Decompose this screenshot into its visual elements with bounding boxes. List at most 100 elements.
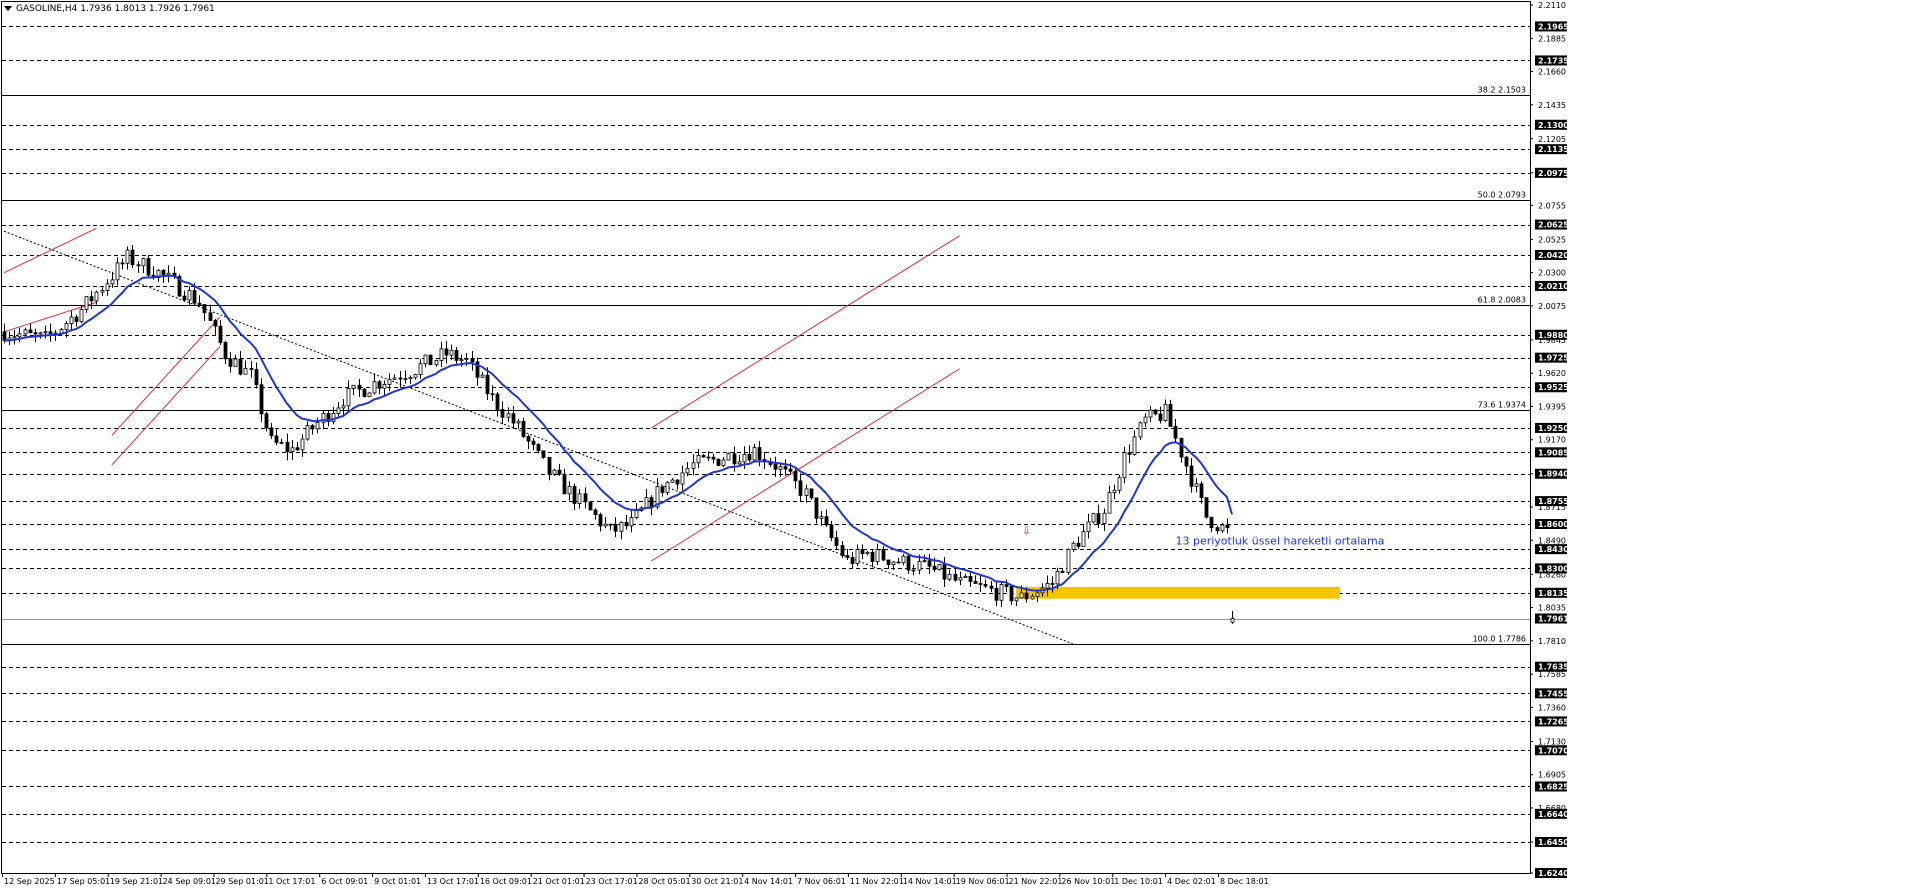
candle-body	[1163, 403, 1168, 421]
candle-body	[947, 573, 952, 580]
candle-body	[290, 447, 295, 452]
candle-body	[120, 262, 125, 265]
fib-level-label: 50.0 2.0793	[1478, 191, 1526, 200]
price-level-text: 1.8300	[1538, 564, 1569, 573]
fib-level-label: 100.0 1.7786	[1473, 635, 1526, 644]
candle-body	[295, 447, 300, 451]
fib-level-label: 38.2 2.1503	[1478, 86, 1526, 95]
candle-body	[901, 555, 906, 564]
candle-body	[1117, 477, 1122, 491]
candle-body	[2, 331, 7, 342]
candle-body	[249, 367, 254, 370]
y-tick-label: 2.0075	[1538, 302, 1566, 311]
x-tick-label: 23 Oct 17:01	[586, 877, 638, 886]
candle-body	[968, 576, 973, 582]
channel-line[interactable]	[111, 316, 221, 436]
support-zone-rect[interactable]	[1016, 586, 1340, 599]
candle-body	[372, 381, 377, 394]
price-level-text: 2.0420	[1538, 251, 1569, 260]
candle-body	[285, 441, 290, 452]
candle-body	[670, 479, 675, 483]
candle-body	[38, 332, 43, 335]
price-axis: 2.2110 2.1885 2.1660 2.1435 2.1205 2.0975 2.07…	[1530, 1, 1569, 878]
price-level-text: 1.8600	[1538, 520, 1569, 529]
candle-body	[115, 262, 120, 281]
y-tick-label: 1.6905	[1538, 771, 1566, 780]
candle-body	[567, 486, 572, 495]
candle-body	[973, 581, 978, 584]
candle-body	[398, 377, 403, 380]
channel-line[interactable]	[651, 368, 960, 562]
candle-body	[989, 585, 994, 589]
candle-body	[305, 425, 310, 440]
candle-body	[213, 320, 218, 327]
price-level-text: 1.7070	[1538, 746, 1569, 755]
channel-line[interactable]	[651, 235, 960, 429]
candle-body	[1189, 465, 1194, 487]
candle-body	[927, 560, 932, 567]
candle-body	[357, 384, 362, 390]
x-tick-label: 16 Oct 09:01	[480, 877, 532, 886]
candle-body	[490, 393, 495, 396]
candle-body	[428, 354, 433, 366]
candle-body	[1050, 583, 1055, 585]
candle-body	[141, 258, 146, 267]
chart-canvas[interactable]: 38.2 2.1503 50.0 2.0793 61.8 2.0083 73.6 1.…	[0, 0, 1916, 888]
candle-body	[470, 358, 475, 363]
candle-body	[1173, 426, 1178, 439]
candle-body	[1045, 583, 1050, 589]
candle-body	[1220, 524, 1225, 532]
candle-body	[197, 302, 202, 305]
candle-body	[254, 368, 259, 386]
candle-body	[696, 455, 701, 464]
candle-body	[1081, 531, 1086, 547]
candle-body	[829, 524, 834, 539]
candle-body	[403, 378, 408, 381]
candle-body	[1148, 409, 1153, 418]
x-tick-label: 7 Nov 06:01	[797, 877, 846, 886]
candle-body	[875, 549, 880, 563]
candle-body	[711, 456, 716, 460]
price-level-text: 1.6825	[1538, 782, 1569, 791]
grid-lines	[2, 26, 1530, 874]
y-tick-label: 2.2110	[1538, 1, 1566, 10]
candle-body	[1096, 513, 1101, 524]
candle-body	[408, 376, 413, 380]
candle-body	[613, 523, 618, 532]
x-tick-label: 21 Oct 01:01	[533, 877, 585, 886]
candle-body	[870, 551, 875, 563]
ema-13-line[interactable]	[3, 274, 1233, 592]
candle-body	[706, 456, 711, 459]
x-tick-label: 14 Nov 14:01	[903, 877, 957, 886]
candle-body	[362, 388, 367, 398]
candle-body	[223, 342, 228, 360]
candle-body	[1086, 521, 1091, 533]
y-tick-label: 2.0755	[1538, 201, 1566, 210]
candle-body	[1091, 513, 1096, 523]
descending-trendline[interactable]	[3, 230, 1073, 645]
candle-body	[917, 561, 922, 571]
y-tick-label: 1.7810	[1538, 637, 1566, 646]
candle-body	[819, 516, 824, 519]
candle-body	[577, 493, 582, 504]
candle-body	[1194, 483, 1199, 487]
candle-body	[1066, 549, 1071, 574]
candle-body	[64, 323, 69, 330]
channel-line[interactable]	[111, 346, 221, 466]
candle-body	[526, 436, 531, 442]
candle-body	[341, 405, 346, 409]
candle-body	[1009, 586, 1014, 602]
triangle-down-icon[interactable]	[4, 6, 12, 11]
candle-body	[418, 363, 423, 376]
candle-body	[547, 457, 552, 475]
price-chart[interactable]: 38.2 2.1503 50.0 2.0793 61.8 2.0083 73.6 1.…	[0, 0, 1916, 888]
candle-body	[999, 584, 1004, 601]
candle-body	[531, 440, 536, 445]
candle-body	[778, 466, 783, 470]
candle-body	[1014, 597, 1019, 602]
candle-body	[1035, 592, 1040, 597]
candle-body	[449, 350, 454, 356]
candle-body	[279, 441, 284, 444]
channel-line[interactable]	[3, 227, 97, 274]
price-level-text: 2.1300	[1538, 121, 1569, 130]
